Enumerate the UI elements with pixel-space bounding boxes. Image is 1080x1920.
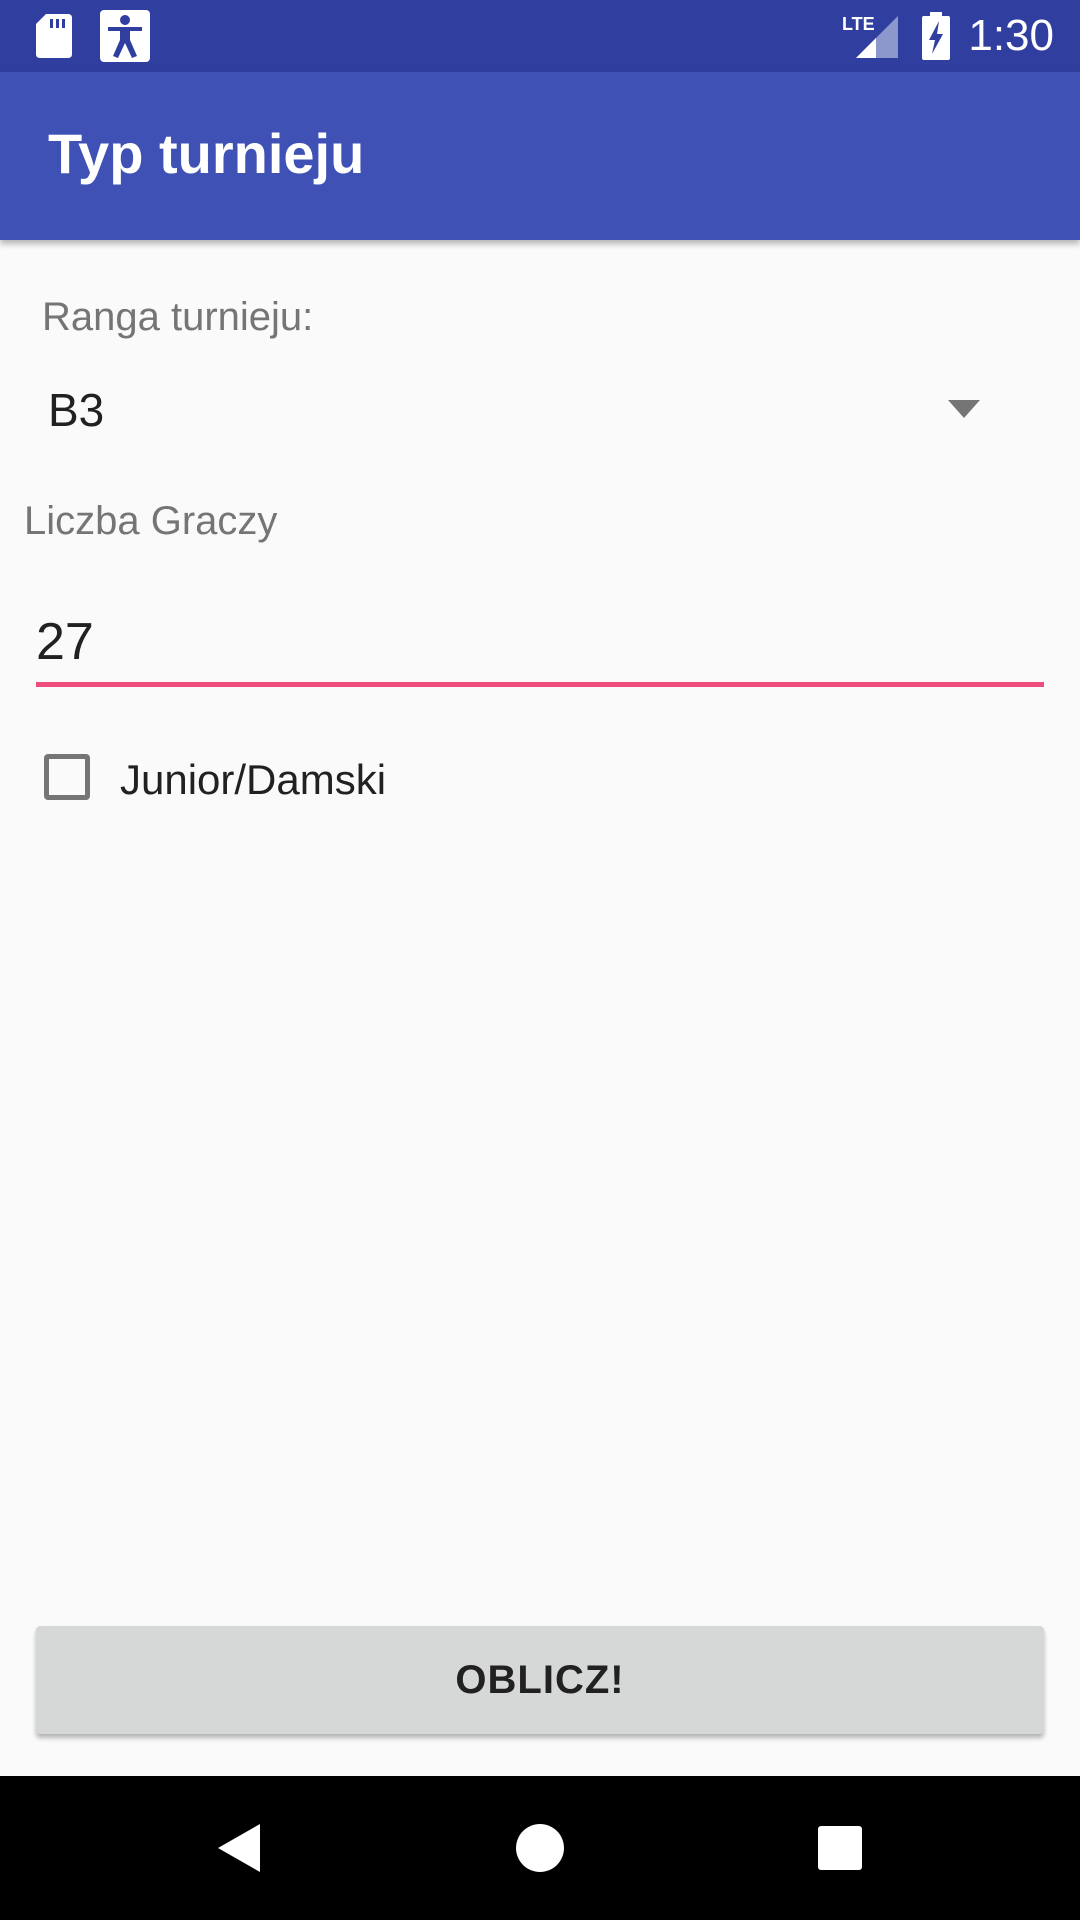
lte-signal-icon: LTE <box>842 14 898 58</box>
rank-selected-value: B3 <box>48 384 105 436</box>
players-count-input[interactable] <box>36 602 1044 687</box>
rank-label: Ranga turnieju: <box>42 295 314 339</box>
sd-card-icon <box>36 14 72 58</box>
home-icon[interactable] <box>510 1818 570 1878</box>
svg-text:LTE: LTE <box>842 14 875 34</box>
junior-women-checkbox[interactable] <box>44 754 90 800</box>
battery-charging-icon <box>922 12 950 60</box>
recent-apps-icon[interactable] <box>810 1818 870 1878</box>
calculate-button[interactable]: OBLICZ! <box>36 1626 1044 1734</box>
dropdown-arrow-icon <box>948 400 980 418</box>
back-icon[interactable] <box>210 1818 270 1878</box>
app-bar: Typ turnieju <box>0 72 1080 240</box>
accessibility-icon <box>100 10 150 62</box>
junior-women-checkbox-label[interactable]: Junior/Damski <box>120 750 386 810</box>
screen: LTE 1:30 Typ turnieju Ranga turnieju: B3… <box>0 0 1080 1920</box>
navigation-bar <box>0 1776 1080 1920</box>
status-time: 1:30 <box>968 11 1054 60</box>
page-title: Typ turnieju <box>48 122 365 185</box>
status-bar: LTE 1:30 <box>0 0 1080 72</box>
players-count-label: Liczba Graczy <box>24 499 278 543</box>
rank-spinner[interactable]: B3 <box>36 370 1020 450</box>
